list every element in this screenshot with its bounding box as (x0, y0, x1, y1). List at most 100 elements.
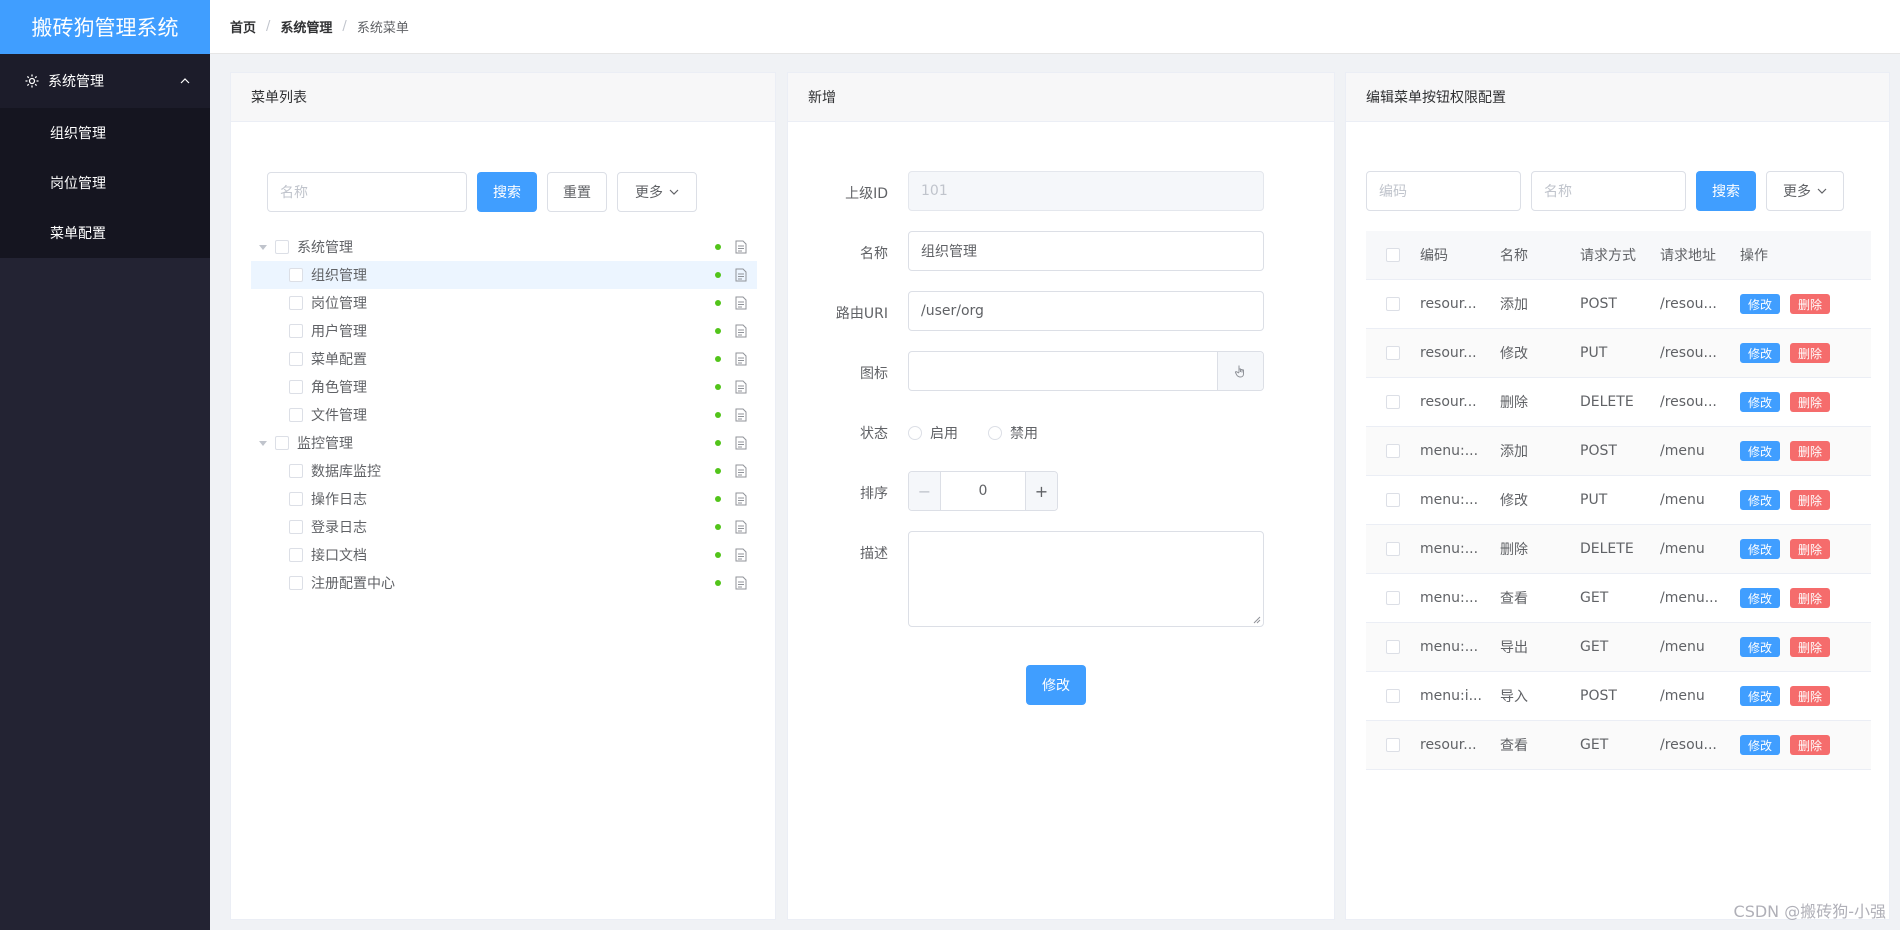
sidebar-group-system[interactable]: 系统管理 (0, 54, 210, 108)
name-field[interactable]: 组织管理 (908, 231, 1264, 271)
icon-field[interactable] (908, 351, 1264, 391)
edit-button[interactable]: 修改 (1740, 588, 1781, 608)
document-icon[interactable] (735, 576, 747, 590)
row-checkbox[interactable] (1386, 689, 1400, 703)
submit-button[interactable]: 修改 (1026, 665, 1086, 705)
row-checkbox[interactable] (1386, 346, 1400, 360)
breadcrumb-system[interactable]: 系统管理 (280, 17, 332, 36)
route-field[interactable]: /user/org (908, 291, 1264, 331)
tree-checkbox[interactable] (289, 324, 303, 338)
sort-value[interactable]: 0 (941, 472, 1025, 510)
reset-button[interactable]: 重置 (547, 172, 607, 212)
tree-checkbox[interactable] (289, 492, 303, 506)
edit-button[interactable]: 修改 (1740, 441, 1781, 461)
row-checkbox[interactable] (1386, 493, 1400, 507)
row-checkbox[interactable] (1386, 640, 1400, 654)
row-checkbox[interactable] (1386, 297, 1400, 311)
edit-button[interactable]: 修改 (1740, 490, 1781, 510)
document-icon[interactable] (735, 548, 747, 562)
tree-checkbox[interactable] (289, 268, 303, 282)
tree-checkbox[interactable] (289, 296, 303, 310)
sort-stepper[interactable]: − 0 + (908, 471, 1058, 511)
search-button[interactable]: 搜索 (1696, 171, 1756, 211)
delete-button[interactable]: 删除 (1790, 490, 1831, 510)
delete-button[interactable]: 删除 (1790, 343, 1831, 363)
edit-button[interactable]: 修改 (1740, 539, 1781, 559)
tree-checkbox[interactable] (275, 240, 289, 254)
delete-button[interactable]: 删除 (1790, 441, 1831, 461)
minus-icon[interactable]: − (909, 472, 941, 510)
status-disable-radio[interactable]: 禁用 (988, 423, 1038, 443)
document-icon[interactable] (735, 520, 747, 534)
select-all-cell[interactable] (1366, 248, 1420, 262)
caret-down-icon[interactable] (257, 437, 269, 449)
tree-node[interactable]: 文件管理 (251, 401, 757, 429)
delete-button[interactable]: 删除 (1790, 294, 1831, 314)
more-button[interactable]: 更多 (617, 172, 697, 212)
document-icon[interactable] (735, 436, 747, 450)
delete-button[interactable]: 删除 (1790, 686, 1831, 706)
row-checkbox[interactable] (1386, 738, 1400, 752)
row-checkbox[interactable] (1386, 395, 1400, 409)
document-icon[interactable] (735, 380, 747, 394)
document-icon[interactable] (735, 296, 747, 310)
tree-checkbox[interactable] (289, 464, 303, 478)
edit-button[interactable]: 修改 (1740, 735, 1781, 755)
document-icon[interactable] (735, 240, 747, 254)
tree-node[interactable]: 登录日志 (251, 513, 757, 541)
document-icon[interactable] (735, 268, 747, 282)
tree-node[interactable]: 数据库监控 (251, 457, 757, 485)
tree-checkbox[interactable] (275, 436, 289, 450)
tree-node[interactable]: 系统管理 (251, 233, 757, 261)
tree-node[interactable]: 角色管理 (251, 373, 757, 401)
tree-node[interactable]: 岗位管理 (251, 289, 757, 317)
document-icon[interactable] (735, 352, 747, 366)
description-textarea[interactable] (908, 531, 1264, 627)
tree-node[interactable]: 组织管理 (251, 261, 757, 289)
tree-checkbox[interactable] (289, 352, 303, 366)
sidebar-item-post[interactable]: 岗位管理 (0, 158, 210, 208)
document-icon[interactable] (735, 408, 747, 422)
tree-node[interactable]: 接口文档 (251, 541, 757, 569)
delete-button[interactable]: 删除 (1790, 539, 1831, 559)
search-button[interactable]: 搜索 (477, 172, 537, 212)
edit-button[interactable]: 修改 (1740, 392, 1781, 412)
tree-checkbox[interactable] (289, 576, 303, 590)
delete-button[interactable]: 删除 (1790, 588, 1831, 608)
row-checkbox[interactable] (1386, 591, 1400, 605)
menu-search-input[interactable]: 名称 (267, 172, 467, 212)
row-checkbox[interactable] (1386, 444, 1400, 458)
select-all-checkbox[interactable] (1386, 248, 1400, 262)
edit-button[interactable]: 修改 (1740, 343, 1781, 363)
document-icon[interactable] (735, 464, 747, 478)
sidebar-item-org[interactable]: 组织管理 (0, 108, 210, 158)
edit-button[interactable]: 修改 (1740, 637, 1781, 657)
tree-checkbox[interactable] (289, 380, 303, 394)
tree-node[interactable]: 菜单配置 (251, 345, 757, 373)
delete-button[interactable]: 删除 (1790, 392, 1831, 412)
tree-checkbox[interactable] (289, 520, 303, 534)
resize-handle-icon[interactable] (1253, 616, 1261, 624)
more-button[interactable]: 更多 (1766, 171, 1844, 211)
icon-picker-button[interactable] (1217, 352, 1263, 390)
edit-button[interactable]: 修改 (1740, 686, 1781, 706)
tree-node[interactable]: 操作日志 (251, 485, 757, 513)
tree-node[interactable]: 注册配置中心 (251, 569, 757, 597)
tree-node[interactable]: 监控管理 (251, 429, 757, 457)
status-enable-radio[interactable]: 启用 (908, 423, 958, 443)
name-search-input[interactable]: 名称 (1531, 171, 1686, 211)
code-search-input[interactable]: 编码 (1366, 171, 1521, 211)
sidebar-item-menu[interactable]: 菜单配置 (0, 208, 210, 258)
delete-button[interactable]: 删除 (1790, 735, 1831, 755)
document-icon[interactable] (735, 324, 747, 338)
caret-down-icon[interactable] (257, 241, 269, 253)
tree-node[interactable]: 用户管理 (251, 317, 757, 345)
breadcrumb-home[interactable]: 首页 (230, 17, 256, 36)
edit-button[interactable]: 修改 (1740, 294, 1781, 314)
tree-checkbox[interactable] (289, 408, 303, 422)
plus-icon[interactable]: + (1025, 472, 1057, 510)
document-icon[interactable] (735, 492, 747, 506)
tree-checkbox[interactable] (289, 548, 303, 562)
delete-button[interactable]: 删除 (1790, 637, 1831, 657)
row-checkbox[interactable] (1386, 542, 1400, 556)
